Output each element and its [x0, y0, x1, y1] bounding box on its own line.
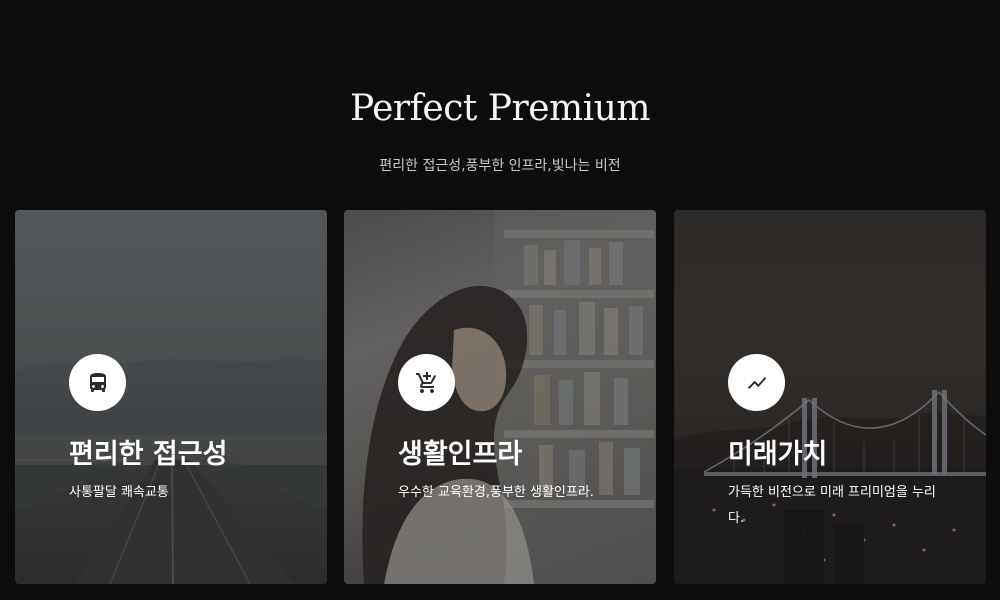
card-description: 가득한 비전으로 미래 프리미엄을 누리다.: [728, 485, 936, 526]
section-subtitle: 편리한 접근성,풍부한 인프라,빛나는 비전: [379, 158, 621, 174]
section-title: Perfect Premium: [349, 88, 651, 129]
chart-icon-badge: [728, 354, 785, 411]
card-description: 우수한 교육환경,풍부한 생활인프라.: [398, 485, 594, 500]
card-title: 생활인프라: [398, 439, 523, 470]
card-description: 사통팔달 쾌속교통: [69, 485, 169, 500]
cart-plus-icon: [415, 371, 436, 393]
card-title: 편리한 접근성: [69, 439, 228, 470]
premium-section: Perfect Premium 편리한 접근성,풍부한 인프라,빛나는 비전 편…: [0, 0, 1000, 600]
card-infrastructure[interactable]: 생활인프라 우수한 교육환경,풍부한 생활인프라.: [344, 210, 656, 584]
trending-up-icon: [747, 376, 766, 389]
bus-icon: [89, 372, 106, 392]
card-title: 미래가치: [728, 439, 828, 470]
cart-icon-badge: [398, 354, 455, 411]
card-accessibility[interactable]: 편리한 접근성 사통팔달 쾌속교통: [15, 210, 327, 584]
bus-icon-badge: [69, 354, 126, 411]
card-future-value[interactable]: 미래가치 가득한 비전으로 미래 프리미엄을 누리다.: [674, 210, 986, 584]
